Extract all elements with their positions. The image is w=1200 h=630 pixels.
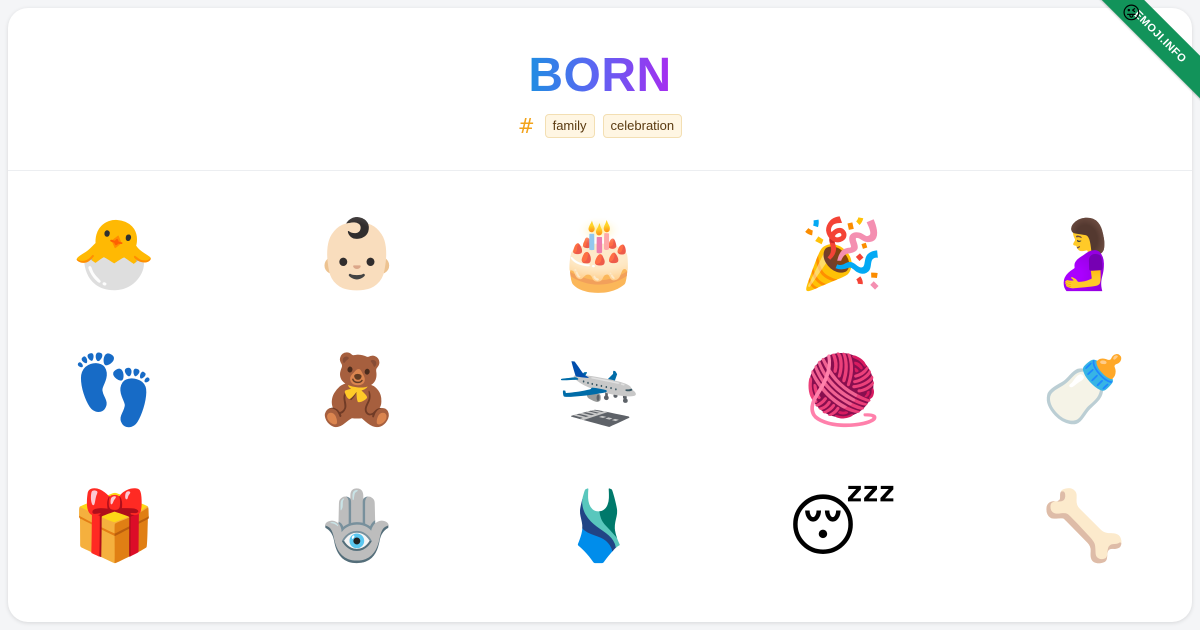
tag-celebration[interactable]: celebration xyxy=(602,114,683,138)
emoji-footprints[interactable]: 👣 xyxy=(69,346,159,436)
site-ribbon[interactable]: EMOJI.INFO 😜 xyxy=(1090,0,1200,110)
emoji-pregnant-woman[interactable]: 🤰 xyxy=(1039,210,1129,300)
emoji-teddy-bear[interactable]: 🧸 xyxy=(312,346,402,436)
tag-family[interactable]: family xyxy=(544,114,595,138)
emoji-hatching-chick[interactable]: 🐣 xyxy=(69,210,159,300)
emoji-birthday-cake[interactable]: 🎂 xyxy=(554,210,644,300)
page-title: BORN xyxy=(528,8,671,102)
emoji-hamsa[interactable]: 🪬 xyxy=(312,482,402,572)
emoji-sleeping-face[interactable]: 😴 xyxy=(787,482,896,572)
emoji-yarn[interactable]: 🧶 xyxy=(797,346,887,436)
emoji-grid: 🐣 👶🏻 🎂 🎉 🤰 👣 🧸 🛬 🧶 🍼 🎁 🪬 🩱 😴 🦴 xyxy=(8,184,1192,604)
emoji-wrapped-gift[interactable]: 🎁 xyxy=(69,482,159,572)
ribbon-label[interactable]: EMOJI.INFO xyxy=(1090,0,1200,110)
emoji-bone[interactable]: 🦴 xyxy=(1039,482,1129,572)
winking-tongue-face-icon: 😜 xyxy=(1122,3,1141,24)
emoji-airplane-arrival[interactable]: 🛬 xyxy=(554,346,644,436)
card-header: BORN # family celebration xyxy=(8,8,1192,171)
emoji-party-popper[interactable]: 🎉 xyxy=(797,210,887,300)
emoji-one-piece-swimsuit[interactable]: 🩱 xyxy=(554,482,644,572)
hash-icon: # xyxy=(517,114,535,138)
emoji-card: BORN # family celebration 🐣 👶🏻 🎂 🎉 🤰 👣 🧸… xyxy=(8,8,1192,622)
tag-list: # family celebration xyxy=(8,114,1192,138)
emoji-baby[interactable]: 👶🏻 xyxy=(312,210,402,300)
emoji-baby-bottle[interactable]: 🍼 xyxy=(1039,346,1129,436)
